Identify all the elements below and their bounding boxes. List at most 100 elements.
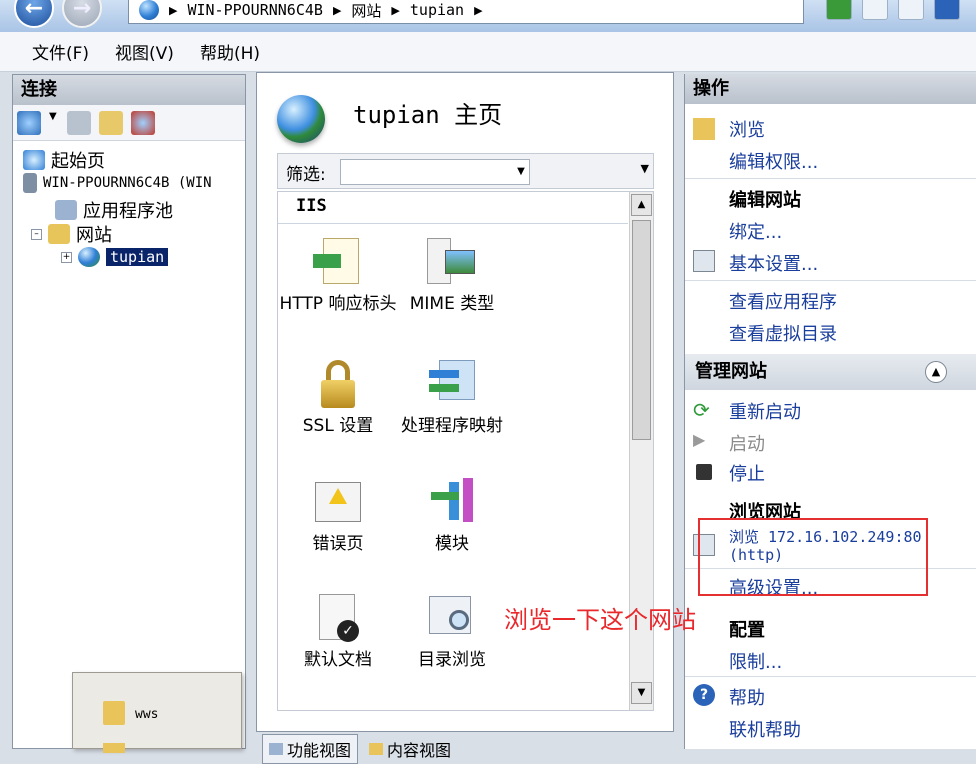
connections-panel: 连接 ▼ 起始页 WIN-PPOURNN6C4B (WIN 应用程序池 – 网站…	[12, 74, 246, 749]
breadcrumb-server[interactable]: WIN-PPOURNN6C4B	[187, 1, 322, 19]
action-online-help[interactable]: 联机帮助	[729, 716, 801, 742]
feature-label: SSL 设置	[302, 416, 374, 436]
breadcrumb-site[interactable]: tupian	[410, 1, 464, 19]
address-toolbar: ← → ▶ WIN-PPOURNN6C4B ▶ 网站 ▶ tupian ▶	[0, 0, 976, 32]
section-edit-site: 编辑网站	[729, 190, 801, 211]
feature-error-pages[interactable]: 错误页	[278, 478, 398, 554]
action-stop[interactable]: 停止	[729, 460, 765, 486]
action-start: 启动	[729, 434, 765, 455]
scroll-thumb[interactable]	[632, 220, 651, 440]
address-bar[interactable]: ▶ WIN-PPOURNN6C4B ▶ 网站 ▶ tupian ▶	[128, 0, 804, 24]
divider	[685, 280, 976, 281]
folder-popup: wws	[72, 672, 242, 753]
tree-item-sites[interactable]: – 网站	[31, 221, 112, 247]
feature-ssl-settings[interactable]: SSL 设置	[278, 360, 398, 436]
group-header: IIS	[278, 192, 628, 224]
action-explore[interactable]: 浏览	[729, 116, 765, 142]
menu-file[interactable]: 文件(F)	[32, 39, 89, 64]
action-view-virtual-directories[interactable]: 查看虚拟目录	[729, 320, 837, 346]
feature-http-response-headers[interactable]: HTTP 响应标头	[278, 238, 398, 314]
connections-title: 连接	[13, 75, 245, 105]
chevron-down-icon[interactable]: ▼	[513, 160, 529, 184]
http-response-headers-icon	[313, 238, 363, 288]
tree-item-start-page[interactable]: 起始页	[23, 147, 105, 173]
folder-icon	[103, 743, 125, 753]
feature-mime-types[interactable]: MIME 类型	[392, 238, 512, 314]
disconnect-icon[interactable]	[131, 110, 155, 135]
divider	[685, 178, 976, 179]
feature-default-document[interactable]: ✓ 默认文档	[278, 594, 398, 670]
error-page-icon	[313, 478, 363, 528]
content-view-icon	[369, 743, 384, 755]
feature-label: 错误页	[312, 534, 364, 554]
tree-label: WIN-PPOURNN6C4B (WIN	[43, 175, 212, 191]
menu-help[interactable]: 帮助(H)	[200, 39, 260, 64]
view-tabs: 功能视图 内容视图	[262, 734, 458, 764]
action-limits[interactable]: 限制...	[729, 648, 782, 674]
filter-label: 筛选:	[286, 165, 326, 185]
back-button[interactable]: ←	[14, 0, 54, 28]
action-view-applications[interactable]: 查看应用程序	[729, 288, 837, 314]
restart-icon: ⟳	[693, 398, 710, 422]
highlight-box	[698, 518, 928, 596]
globe-icon	[139, 0, 159, 20]
directory-browsing-icon	[427, 594, 477, 644]
breadcrumb-sites[interactable]: 网站	[351, 0, 381, 21]
stop-icon	[696, 464, 712, 480]
action-restart[interactable]: 重新启动	[729, 398, 801, 424]
forward-arrow-icon: →	[72, 0, 92, 21]
collapse-section-icon[interactable]: ▲	[925, 361, 947, 383]
feature-label: 模块	[435, 534, 469, 554]
features-view-icon	[269, 743, 283, 755]
action-bindings[interactable]: 绑定...	[729, 218, 782, 244]
feature-modules[interactable]: 模块	[392, 478, 512, 554]
up-folder-icon[interactable]	[99, 110, 123, 135]
filter-bar: 筛选: ▼ ▼	[277, 153, 654, 189]
annotation-text: 浏览一下这个网站	[504, 606, 696, 634]
server-icon	[23, 173, 37, 193]
folder-globe-icon	[48, 224, 70, 244]
feature-directory-browsing[interactable]: 目录浏览	[392, 594, 512, 670]
group-by-icon[interactable]: ▼	[641, 162, 649, 175]
breadcrumb-separator-icon: ▶	[169, 3, 178, 17]
tree-item-app-pools[interactable]: 应用程序池	[55, 197, 173, 223]
tab-features-view[interactable]: 功能视图	[262, 734, 359, 764]
default-document-icon: ✓	[313, 594, 363, 644]
tree-item-site[interactable]: + tupian	[61, 247, 169, 267]
forward-button[interactable]: →	[62, 0, 102, 28]
tree-item-server[interactable]: WIN-PPOURNN6C4B (WIN	[23, 173, 212, 193]
stop-icon[interactable]	[862, 0, 888, 20]
tree-label: 网站	[76, 225, 112, 246]
action-basic-settings[interactable]: 基本设置...	[729, 250, 818, 276]
filter-input[interactable]: ▼	[340, 159, 530, 185]
connect-icon[interactable]	[17, 110, 41, 135]
collapse-icon[interactable]: –	[31, 228, 42, 240]
connections-toolbar: ▼	[13, 105, 245, 141]
tab-label: 功能视图	[287, 741, 352, 760]
tree-label-selected: tupian	[106, 248, 169, 266]
scroll-down-icon[interactable]: ▼	[631, 682, 652, 704]
divider	[685, 676, 976, 677]
breadcrumb-separator-icon: ▶	[474, 3, 483, 17]
folder-name[interactable]: wws	[135, 707, 158, 722]
action-edit-permissions[interactable]: 编辑权限...	[729, 148, 818, 174]
help-icon[interactable]	[934, 0, 960, 20]
tab-label: 内容视图	[387, 741, 452, 760]
save-icon[interactable]	[67, 110, 91, 135]
page-title: tupian 主页	[353, 101, 503, 129]
lock-icon	[313, 360, 363, 410]
home-icon[interactable]	[898, 0, 924, 20]
globe-icon	[277, 95, 325, 143]
actions-title: 操作	[685, 74, 976, 104]
chevron-down-icon[interactable]: ▼	[49, 111, 59, 135]
feature-label: 处理程序映射	[401, 416, 503, 436]
expand-icon[interactable]: +	[61, 251, 72, 263]
section-manage-site-title: 管理网站	[695, 361, 767, 382]
feature-handler-mappings[interactable]: 处理程序映射	[392, 360, 512, 436]
action-help[interactable]: 帮助	[729, 684, 765, 710]
scroll-up-icon[interactable]: ▲	[631, 194, 652, 216]
tab-content-view[interactable]: 内容视图	[362, 734, 458, 764]
section-configure: 配置	[729, 620, 765, 641]
refresh-icon[interactable]	[826, 0, 852, 20]
menu-view[interactable]: 视图(V)	[115, 39, 174, 64]
